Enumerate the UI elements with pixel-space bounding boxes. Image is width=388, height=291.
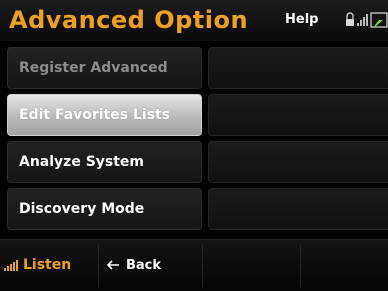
menu-item-detail-panel <box>208 47 388 89</box>
back-button[interactable]: Back <box>106 253 161 277</box>
page-title: Advanced Option <box>9 6 249 34</box>
bottom-softkey-bar: Listen Back <box>0 239 388 291</box>
menu-row-edit-favorites-lists: Edit Favorites Lists <box>0 94 388 136</box>
back-label: Back <box>126 257 162 273</box>
menu-item-discovery-mode[interactable]: Discovery Mode <box>7 188 202 230</box>
menu-row-discovery-mode: Discovery Mode <box>0 188 388 230</box>
menu-item-edit-favorites-lists[interactable]: Edit Favorites Lists <box>7 94 202 136</box>
menu-row-analyze-system: Analyze System <box>0 141 388 183</box>
menu-item-detail-panel <box>208 94 388 136</box>
softkey-divider <box>300 244 301 288</box>
advanced-option-screen: Advanced Option Help Register Advanced E… <box>0 0 388 291</box>
battery-icon <box>370 12 388 28</box>
menu-item-analyze-system[interactable]: Analyze System <box>7 141 202 183</box>
softkey-divider <box>202 244 203 288</box>
menu-item-detail-panel <box>208 188 388 230</box>
left-arrow-icon <box>106 260 119 270</box>
menu-item-register-advanced[interactable]: Register Advanced <box>7 47 202 89</box>
signal-strength-icon <box>357 14 368 26</box>
header-bar: Advanced Option Help <box>0 0 388 41</box>
listen-button[interactable]: Listen <box>4 253 71 277</box>
help-button[interactable]: Help <box>285 12 318 27</box>
listen-label: Listen <box>23 257 72 273</box>
softkey-divider <box>98 244 99 288</box>
menu-row-register-advanced: Register Advanced <box>0 47 388 89</box>
lock-icon <box>346 12 354 26</box>
status-icons <box>345 11 388 29</box>
menu-item-detail-panel <box>208 141 388 183</box>
signal-bars-icon <box>4 260 18 271</box>
